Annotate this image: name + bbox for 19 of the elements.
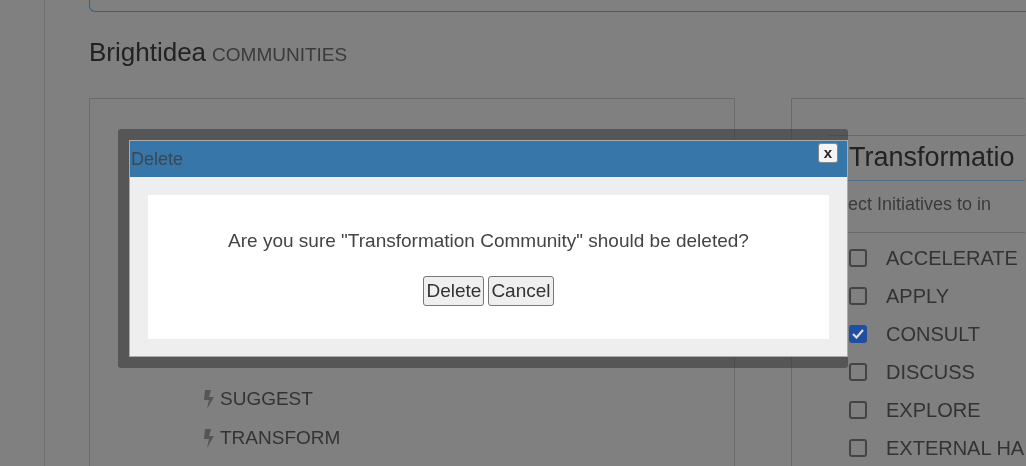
initiative-label: EXTERNAL HA (886, 436, 1025, 461)
confirmation-message: Are you sure "Transformation Community" should be deleted? (228, 229, 749, 253)
brand-name: Brightidea (89, 36, 207, 69)
initiative-label: DISCUSS (886, 360, 975, 385)
dialog-title: Delete (131, 147, 184, 171)
checkbox[interactable] (849, 401, 867, 419)
checkbox[interactable] (849, 325, 867, 343)
initiative-label: APPLY (886, 284, 949, 309)
delete-button[interactable]: Delete (423, 275, 485, 306)
lightning-bolt-icon (203, 428, 215, 448)
checkbox[interactable] (849, 439, 867, 457)
lightning-bolt-icon (203, 389, 215, 409)
checkbox[interactable] (849, 363, 867, 381)
initiative-label: ACCELERATE (886, 246, 1018, 271)
close-button[interactable]: x (818, 143, 838, 163)
initiative-label: EXPLORE (886, 398, 981, 423)
cancel-button[interactable]: Cancel (488, 275, 554, 306)
initiative-label: CONSULT (886, 322, 981, 347)
section-title: COMMUNITIES (212, 43, 348, 67)
